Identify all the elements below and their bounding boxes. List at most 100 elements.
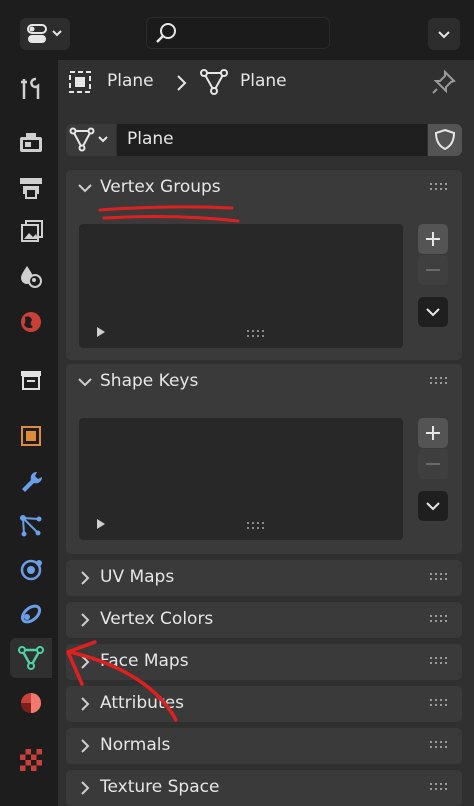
drag-handle-icon[interactable] bbox=[430, 615, 450, 623]
drag-handle-icon[interactable] bbox=[430, 183, 450, 191]
world-icon bbox=[21, 312, 41, 332]
panel-normals[interactable]: Normals bbox=[66, 728, 462, 764]
vertex-group-specials-button[interactable] bbox=[418, 297, 448, 327]
chevron-right-icon bbox=[81, 739, 90, 753]
plus-icon bbox=[426, 426, 440, 440]
chevron-right-icon bbox=[81, 613, 90, 627]
object-icon bbox=[21, 426, 41, 446]
material-icon bbox=[21, 693, 41, 713]
panel-title: Texture Space bbox=[100, 777, 220, 797]
mesh-data-icon bbox=[69, 127, 108, 152]
drag-handle-icon[interactable] bbox=[430, 699, 450, 707]
tab-output[interactable] bbox=[10, 168, 52, 208]
fake-user-button[interactable] bbox=[428, 124, 462, 156]
mesh-browse-button[interactable] bbox=[66, 124, 116, 156]
mesh-data-icon bbox=[200, 69, 228, 95]
minus-icon bbox=[426, 269, 440, 271]
panel-vertex-colors[interactable]: Vertex Colors bbox=[66, 602, 462, 638]
chevron-right-icon bbox=[81, 697, 90, 711]
panel-title: Attributes bbox=[100, 693, 184, 713]
tab-data[interactable] bbox=[10, 638, 52, 678]
tab-constraints[interactable] bbox=[10, 594, 52, 634]
tab-tool[interactable] bbox=[10, 69, 52, 109]
drag-handle-icon[interactable] bbox=[430, 657, 450, 665]
panel-face-maps[interactable]: Face Maps bbox=[66, 644, 462, 680]
drag-handle-icon[interactable] bbox=[430, 783, 450, 791]
chevron-down-icon[interactable] bbox=[77, 374, 93, 390]
editor-type-icon bbox=[27, 24, 62, 43]
resize-grip-icon[interactable] bbox=[247, 330, 265, 338]
particles-icon bbox=[20, 515, 42, 537]
remove-vertex-group-button[interactable] bbox=[418, 255, 448, 285]
physics-icon bbox=[20, 559, 42, 581]
tool-icon bbox=[21, 77, 40, 99]
panel-vertex-groups: Vertex Groups bbox=[66, 170, 462, 360]
drag-handle-icon[interactable] bbox=[430, 573, 450, 581]
texture-icon bbox=[20, 749, 42, 771]
breadcrumb-object: Plane bbox=[107, 71, 154, 91]
panel-shape-keys: Shape Keys bbox=[66, 364, 462, 554]
tab-physics[interactable] bbox=[10, 550, 52, 590]
collection-icon bbox=[21, 371, 41, 390]
play-icon[interactable] bbox=[95, 518, 107, 530]
chevron-right-icon bbox=[177, 75, 187, 91]
play-icon[interactable] bbox=[95, 326, 107, 338]
chevron-down-icon[interactable] bbox=[77, 180, 93, 196]
breadcrumb-mesh: Plane bbox=[240, 71, 287, 91]
editor-type-button[interactable] bbox=[20, 18, 70, 50]
panel-title: Face Maps bbox=[100, 651, 189, 671]
vertex-group-list[interactable] bbox=[79, 224, 403, 348]
tab-view-layer[interactable] bbox=[10, 212, 52, 252]
output-icon bbox=[20, 178, 42, 199]
panel-texture-space[interactable]: Texture Space bbox=[66, 770, 462, 806]
add-shape-key-button[interactable] bbox=[418, 418, 448, 448]
scene-icon bbox=[21, 266, 42, 288]
panel-title[interactable]: Vertex Groups bbox=[100, 177, 221, 197]
panel-title: Normals bbox=[100, 735, 171, 755]
drag-handle-icon[interactable] bbox=[430, 741, 450, 749]
drag-handle-icon[interactable] bbox=[430, 377, 450, 385]
search-icon bbox=[156, 23, 176, 43]
panel-uv-maps[interactable]: UV Maps bbox=[66, 560, 462, 596]
panel-title: UV Maps bbox=[100, 567, 175, 587]
modifier-icon bbox=[22, 471, 43, 492]
minus-icon bbox=[426, 463, 440, 465]
tab-scene[interactable] bbox=[10, 257, 52, 297]
panel-attributes[interactable]: Attributes bbox=[66, 686, 462, 722]
search-input[interactable] bbox=[146, 17, 330, 49]
chevron-right-icon bbox=[81, 781, 90, 795]
render-icon bbox=[20, 133, 42, 152]
mesh-name-field[interactable]: Plane bbox=[117, 124, 427, 156]
breadcrumb: Plane Plane bbox=[66, 64, 462, 100]
resize-grip-icon[interactable] bbox=[247, 522, 265, 530]
object-icon bbox=[69, 71, 91, 93]
chevron-right-icon bbox=[81, 655, 90, 669]
tab-render[interactable] bbox=[10, 123, 52, 163]
shield-icon bbox=[434, 128, 456, 151]
remove-shape-key-button[interactable] bbox=[418, 449, 448, 479]
tab-world[interactable] bbox=[10, 302, 52, 342]
add-vertex-group-button[interactable] bbox=[418, 224, 448, 254]
properties-header bbox=[0, 0, 474, 60]
options-dropdown[interactable] bbox=[428, 18, 460, 50]
tab-object[interactable] bbox=[10, 416, 52, 456]
tab-texture[interactable] bbox=[10, 740, 52, 780]
properties-tabs bbox=[0, 60, 58, 806]
chevron-down-icon bbox=[426, 308, 440, 317]
panel-title: Vertex Colors bbox=[100, 609, 214, 629]
data-icon bbox=[18, 646, 44, 670]
chevron-down-icon bbox=[426, 502, 440, 511]
shape-key-list[interactable] bbox=[79, 418, 403, 540]
tab-material[interactable] bbox=[10, 683, 52, 723]
chevron-right-icon bbox=[81, 571, 90, 585]
tab-modifier[interactable] bbox=[10, 462, 52, 502]
tab-particles[interactable] bbox=[10, 506, 52, 546]
pin-icon[interactable] bbox=[430, 68, 458, 96]
plus-icon bbox=[426, 232, 440, 246]
shape-key-specials-button[interactable] bbox=[418, 491, 448, 521]
constraints-icon bbox=[20, 604, 42, 624]
tab-collection[interactable] bbox=[10, 360, 52, 400]
view-layer-icon bbox=[21, 220, 43, 242]
panel-title[interactable]: Shape Keys bbox=[100, 371, 198, 391]
chevron-down-icon bbox=[438, 31, 450, 39]
